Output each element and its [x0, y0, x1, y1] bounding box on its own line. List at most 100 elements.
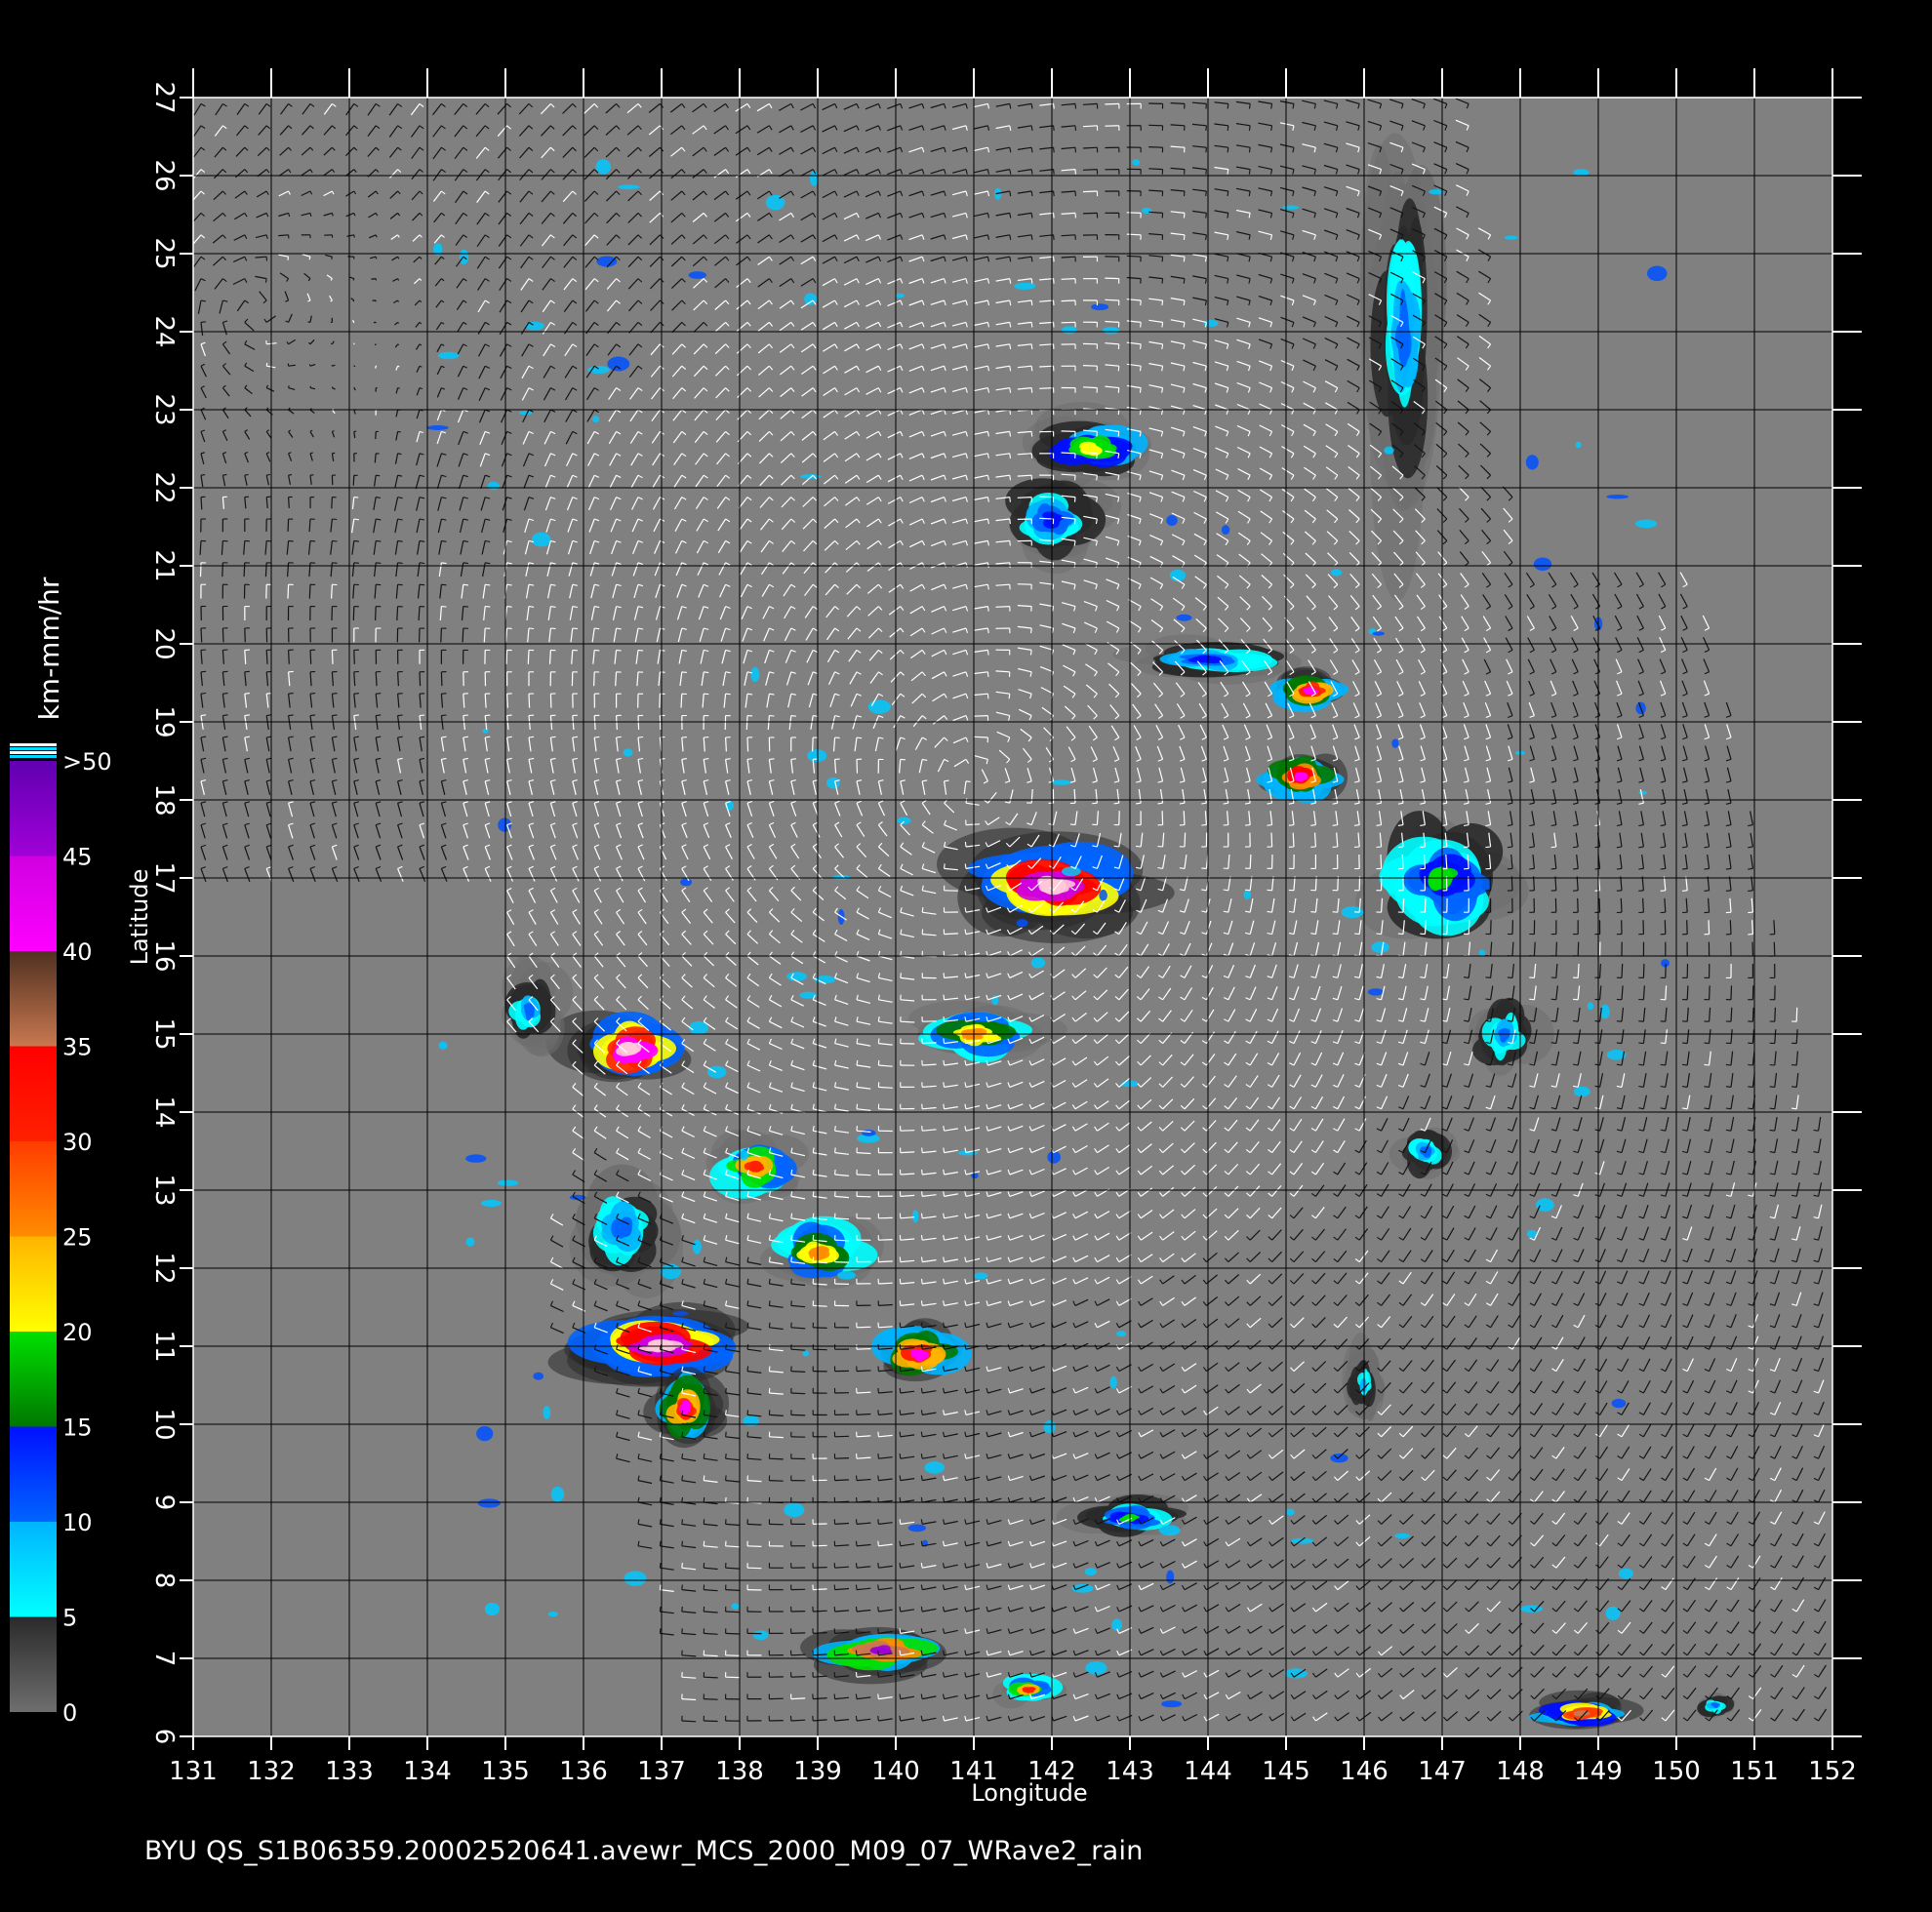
rain-speck	[924, 1461, 946, 1474]
wind-barb-tick	[812, 1235, 815, 1241]
rain-speck	[1084, 1568, 1097, 1576]
wind-barb-tick	[920, 1278, 923, 1285]
rain-speck	[672, 1311, 689, 1316]
wind-barb-tick	[899, 1475, 902, 1481]
wind-barb-tick	[877, 1672, 879, 1678]
wind-barb	[813, 1588, 827, 1591]
wind-barb-tick	[768, 1366, 771, 1372]
wind-barb-tick	[877, 1454, 879, 1459]
wind-barb-tick	[856, 1103, 859, 1109]
rain-speck	[1634, 519, 1658, 529]
wind-barb	[813, 1567, 827, 1569]
rain-pixel	[913, 1351, 925, 1357]
wind-barb-tick	[1682, 1063, 1688, 1066]
wind-barb	[856, 1195, 871, 1198]
wind-barb-tick	[768, 1344, 771, 1350]
wind-barb-tick	[1660, 1063, 1666, 1066]
rain-speck	[1330, 1454, 1348, 1463]
rain-speck	[809, 171, 819, 186]
wind-barb-tick	[681, 1496, 684, 1503]
wind-barb-tick	[746, 1431, 749, 1437]
rain-speck	[1331, 569, 1343, 577]
wind-barb-tick	[855, 1540, 858, 1546]
wind-barb	[856, 1391, 871, 1394]
rain-speck	[1611, 1398, 1627, 1409]
wind-barb-tick	[899, 1256, 902, 1262]
wind-barb-tick	[1725, 1063, 1732, 1066]
rain-speck	[1014, 282, 1036, 290]
wind-barb-tick	[725, 1387, 727, 1394]
wind-barb	[725, 1632, 741, 1635]
rain-speck	[1504, 235, 1518, 240]
rain-speck	[1282, 205, 1300, 210]
rain-speck	[1533, 557, 1552, 571]
rain-speck	[1367, 988, 1384, 996]
wind-barb-tick	[725, 1475, 727, 1481]
rain-speck	[1099, 889, 1107, 901]
wind-barb-tick	[833, 1693, 836, 1699]
rain-speck	[867, 699, 891, 714]
wind-barb-tick	[920, 1235, 923, 1241]
rain-speck	[477, 1498, 501, 1508]
wind-barb-tick	[921, 1103, 923, 1109]
rain-speck	[1384, 446, 1394, 455]
rain-speck	[543, 1406, 551, 1419]
wind-barb-tick	[855, 1519, 858, 1525]
rain-speck	[1372, 631, 1385, 636]
wind-barb-tick	[899, 1322, 902, 1328]
rain-speck	[692, 1239, 702, 1255]
rain-speck	[1221, 525, 1230, 536]
wind-barb-tick	[812, 1213, 815, 1218]
wind-barb-tick	[877, 1606, 879, 1613]
wind-barb-tick	[725, 1454, 727, 1459]
rain-speck	[897, 817, 911, 824]
rain-speck	[497, 1179, 519, 1186]
map-plot-area	[193, 98, 1832, 1736]
wind-barb	[900, 1151, 915, 1154]
wind-barb	[790, 1719, 806, 1722]
rain-speck	[743, 1415, 760, 1427]
rain-speck	[437, 351, 460, 360]
wind-barb-tick	[1748, 1063, 1753, 1066]
wind-barb	[813, 1304, 827, 1307]
rain-speck	[731, 1603, 740, 1610]
rain-pixel	[1198, 656, 1222, 662]
rain-speck	[498, 817, 512, 832]
wind-barb-tick	[877, 1693, 879, 1699]
rain-speck	[438, 1041, 448, 1051]
wind-barb-tick	[1704, 1086, 1710, 1088]
rain-speck	[1091, 303, 1109, 311]
rain-speck	[862, 1130, 876, 1136]
rain-pixel	[524, 1005, 534, 1016]
wind-barb	[856, 1348, 871, 1350]
wind-barb-tick	[921, 1126, 923, 1132]
rain-pixel	[747, 1164, 762, 1171]
wind-barb-tick	[1791, 1086, 1797, 1088]
wind-barb	[704, 1698, 718, 1700]
wind-barb-tick	[681, 1563, 683, 1569]
wind-barb	[834, 1261, 850, 1263]
wind-barb-tick	[921, 1191, 923, 1197]
rain-speck	[1573, 169, 1590, 177]
wind-barb-tick	[1769, 1086, 1775, 1088]
wind-barb-tick	[746, 1344, 749, 1350]
rain-speck	[1102, 327, 1120, 335]
wind-barb	[681, 1720, 697, 1723]
wind-barb	[813, 1610, 827, 1613]
wind-barb	[746, 1567, 762, 1570]
wind-barb-tick	[921, 1147, 923, 1153]
wind-barb	[834, 1239, 850, 1242]
wind-barb-tick	[659, 1584, 662, 1590]
wind-barb-tick	[855, 1584, 858, 1590]
rain-speck	[750, 666, 760, 683]
wind-barb-tick	[855, 1563, 858, 1569]
wind-barb	[769, 1457, 784, 1460]
rain-speck	[592, 416, 600, 423]
rain-speck	[1638, 790, 1647, 795]
rain-speck	[1478, 949, 1486, 956]
wind-barb-tick	[746, 1387, 749, 1394]
wind-barb-tick	[768, 1278, 771, 1285]
rain-pixel	[1023, 1688, 1027, 1693]
rain-speck	[786, 972, 807, 981]
rain-speck	[688, 271, 706, 279]
